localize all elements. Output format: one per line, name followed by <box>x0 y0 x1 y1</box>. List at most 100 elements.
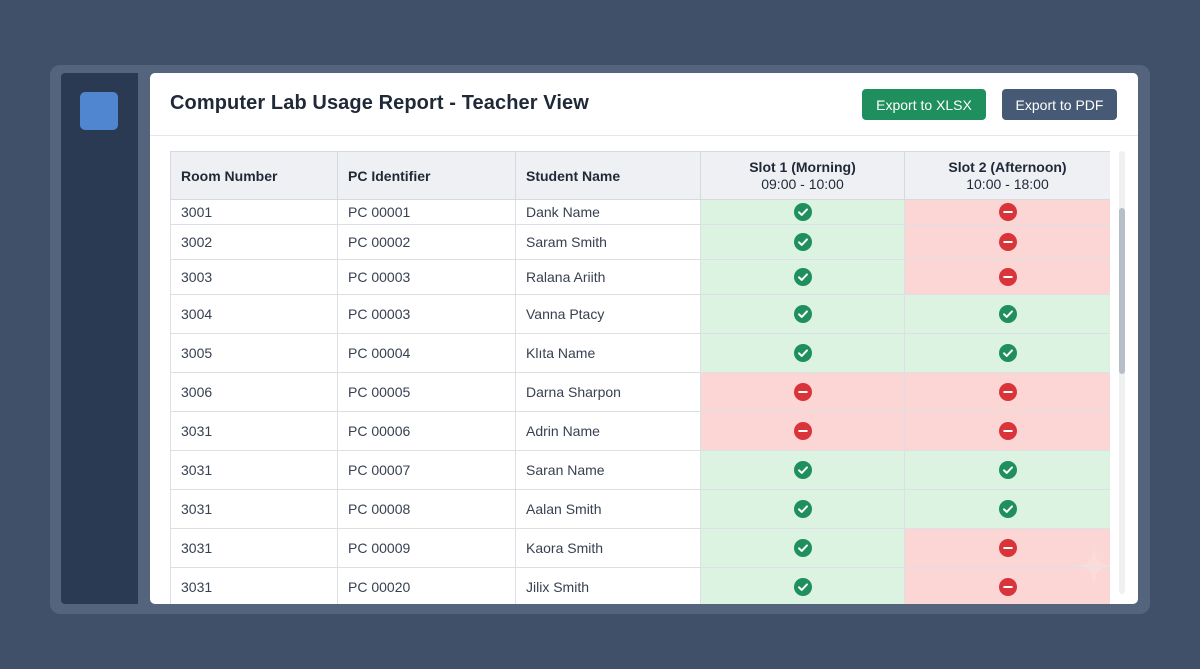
table-row[interactable]: 3002 PC 00002 Saram Smith <box>170 224 1110 260</box>
slot-1-status-cell <box>700 450 905 490</box>
pc-identifier-cell: PC 00005 <box>337 372 516 412</box>
column-header-slot-1[interactable]: Slot 1 (Morning) 09:00 - 10:00 <box>700 151 905 200</box>
check-circle-icon <box>793 268 812 287</box>
pc-identifier-cell: PC 00001 <box>337 199 516 225</box>
check-circle-icon <box>998 500 1017 519</box>
column-header-student-name[interactable]: Student Name <box>515 151 701 200</box>
pc-identifier-cell: PC 00008 <box>337 489 516 529</box>
student-name-cell: Darna Sharpon <box>515 372 701 412</box>
room-number-cell: 3004 <box>170 294 338 334</box>
room-number-cell: 3006 <box>170 372 338 412</box>
room-number-cell: 3001 <box>170 199 338 225</box>
slot-2-status-cell <box>904 489 1110 529</box>
export-pdf-button[interactable]: Export to PDF <box>1002 89 1117 120</box>
slot-2-status-cell <box>904 199 1110 225</box>
minus-circle-icon <box>998 233 1017 252</box>
slot-1-status-cell <box>700 333 905 373</box>
minus-circle-icon <box>793 422 812 441</box>
panel-header: Computer Lab Usage Report - Teacher View… <box>150 73 1138 136</box>
minus-circle-icon <box>998 422 1017 441</box>
table-header-row: Room Number PC Identifier Student Name S… <box>170 151 1110 200</box>
slot-1-status-cell <box>700 224 905 260</box>
room-number-cell: 3002 <box>170 224 338 260</box>
slot-1-status-cell <box>700 372 905 412</box>
minus-circle-icon <box>793 383 812 402</box>
slot-1-time: 09:00 - 10:00 <box>761 175 844 192</box>
check-circle-icon <box>793 203 812 222</box>
slot-1-status-cell <box>700 567 905 604</box>
minus-circle-icon <box>998 539 1017 558</box>
room-number-cell: 3031 <box>170 450 338 490</box>
table-row[interactable]: 3031 PC 00020 Jilix Smith <box>170 567 1110 604</box>
room-number-cell: 3031 <box>170 528 338 568</box>
slot-1-status-cell <box>700 259 905 295</box>
slot-1-status-cell <box>700 489 905 529</box>
sidebar <box>61 73 138 604</box>
check-circle-icon <box>793 461 812 480</box>
pc-identifier-cell: PC 00007 <box>337 450 516 490</box>
slot-2-status-cell <box>904 372 1110 412</box>
slot-1-status-cell <box>700 294 905 334</box>
slot-2-status-cell <box>904 224 1110 260</box>
sparkle-icon <box>1076 546 1112 586</box>
slot-2-status-cell <box>904 333 1110 373</box>
student-name-cell: Jilix Smith <box>515 567 701 604</box>
report-panel: Computer Lab Usage Report - Teacher View… <box>150 73 1138 604</box>
slot-2-time: 10:00 - 18:00 <box>966 175 1049 192</box>
column-header-slot-2[interactable]: Slot 2 (Afternoon) 10:00 - 18:00 <box>904 151 1110 200</box>
check-circle-icon <box>793 233 812 252</box>
student-name-cell: Ralana Ariith <box>515 259 701 295</box>
table-row[interactable]: 3005 PC 00004 Klıta Name <box>170 333 1110 373</box>
room-number-cell: 3031 <box>170 489 338 529</box>
table-row[interactable]: 3006 PC 00005 Darna Sharpon <box>170 372 1110 412</box>
pc-identifier-cell: PC 00009 <box>337 528 516 568</box>
pc-identifier-cell: PC 00002 <box>337 224 516 260</box>
slot-1-label: Slot 1 (Morning) <box>749 158 856 175</box>
student-name-cell: Saram Smith <box>515 224 701 260</box>
minus-circle-icon <box>998 383 1017 402</box>
minus-circle-icon <box>998 578 1017 597</box>
table-row[interactable]: 3003 PC 00003 Ralana Ariith <box>170 259 1110 295</box>
table-row[interactable]: 3031 PC 00008 Aalan Smith <box>170 489 1110 529</box>
minus-circle-icon <box>998 203 1017 222</box>
table-row[interactable]: 3001 PC 00001 Dank Name <box>170 199 1110 225</box>
column-header-pc-identifier[interactable]: PC Identifier <box>337 151 516 200</box>
pc-identifier-cell: PC 00003 <box>337 294 516 334</box>
slot-2-status-cell <box>904 294 1110 334</box>
vertical-scrollbar[interactable] <box>1119 151 1125 594</box>
check-circle-icon <box>998 344 1017 363</box>
student-name-cell: Saran Name <box>515 450 701 490</box>
pc-identifier-cell: PC 00004 <box>337 333 516 373</box>
check-circle-icon <box>793 344 812 363</box>
check-circle-icon <box>793 539 812 558</box>
pc-identifier-cell: PC 00003 <box>337 259 516 295</box>
slot-2-status-cell <box>904 411 1110 451</box>
table-row[interactable]: 3031 PC 00007 Saran Name <box>170 450 1110 490</box>
table-row[interactable]: 3031 PC 00009 Kaora Smith <box>170 528 1110 568</box>
slot-2-status-cell <box>904 259 1110 295</box>
student-name-cell: Vanna Ptacy <box>515 294 701 334</box>
export-xlsx-button[interactable]: Export to XLSX <box>862 89 986 120</box>
scrollbar-thumb[interactable] <box>1119 208 1125 374</box>
slot-1-status-cell <box>700 528 905 568</box>
check-circle-icon <box>793 305 812 324</box>
pc-identifier-cell: PC 00020 <box>337 567 516 604</box>
room-number-cell: 3031 <box>170 567 338 604</box>
app-logo[interactable] <box>80 92 118 130</box>
table-row[interactable]: 3031 PC 00006 Adrin Name <box>170 411 1110 451</box>
room-number-cell: 3005 <box>170 333 338 373</box>
check-circle-icon <box>998 305 1017 324</box>
lab-usage-table: Room Number PC Identifier Student Name S… <box>170 151 1110 604</box>
check-circle-icon <box>793 500 812 519</box>
slot-1-status-cell <box>700 411 905 451</box>
page-title: Computer Lab Usage Report - Teacher View <box>170 92 589 114</box>
student-name-cell: Aalan Smith <box>515 489 701 529</box>
pc-identifier-cell: PC 00006 <box>337 411 516 451</box>
student-name-cell: Klıta Name <box>515 333 701 373</box>
student-name-cell: Dank Name <box>515 199 701 225</box>
column-header-room-number[interactable]: Room Number <box>170 151 338 200</box>
check-circle-icon <box>998 461 1017 480</box>
table-row[interactable]: 3004 PC 00003 Vanna Ptacy <box>170 294 1110 334</box>
table-scroll-area[interactable]: Room Number PC Identifier Student Name S… <box>170 151 1110 604</box>
student-name-cell: Kaora Smith <box>515 528 701 568</box>
